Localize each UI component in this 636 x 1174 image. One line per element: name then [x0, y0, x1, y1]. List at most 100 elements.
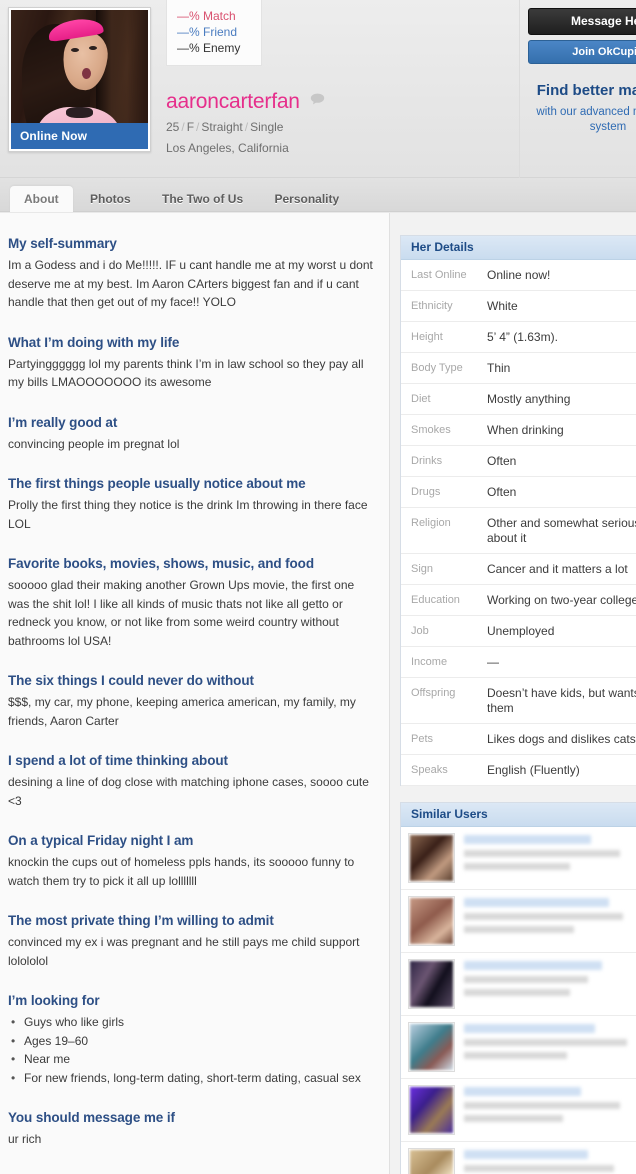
essay-thinking-about: I spend a lot of time thinking about des…	[8, 752, 377, 810]
essay-body: knockin the cups out of homeless ppls ha…	[8, 855, 355, 888]
sidebar: Her Details Last Online Online now! Ethn…	[391, 213, 636, 1174]
her-details-header: Her Details	[401, 236, 636, 260]
essay-body: ur rich	[8, 1132, 42, 1146]
essay-title: I’m looking for	[8, 993, 100, 1008]
profile-tab-bar: About Photos The Two of Us Personality	[0, 178, 636, 212]
detail-row-diet: Diet Mostly anything	[401, 384, 636, 415]
detail-label: Last Online	[411, 269, 467, 281]
similar-user-text	[455, 1148, 636, 1174]
list-item[interactable]	[401, 1142, 636, 1174]
essay-title: You should message me if	[8, 1110, 175, 1125]
essay-title: The six things I could never do without	[8, 673, 254, 688]
list-item[interactable]	[401, 890, 636, 953]
join-okcupid-button[interactable]: Join OkCupid	[528, 40, 636, 64]
detail-value: Cancer and it matters a lot	[487, 562, 628, 576]
essay-title: My self-summary	[8, 236, 117, 251]
similar-user-line	[464, 1102, 620, 1109]
essay-body: convinced my ex i was pregnant and he st…	[8, 935, 360, 968]
profile-identity: aaroncarterfan 25/F / Straight / Single Los …	[166, 90, 325, 156]
avatar-image	[410, 1150, 453, 1174]
tab-personality[interactable]: Personality	[260, 186, 353, 212]
profile-photo[interactable]: Online Now	[11, 10, 148, 149]
similar-user-line	[464, 850, 620, 857]
detail-label: Drinks	[411, 455, 443, 467]
similar-user-name	[464, 961, 603, 970]
avatar[interactable]	[408, 1148, 455, 1174]
detail-value: English (Fluently)	[487, 763, 580, 777]
detail-label: Speaks	[411, 764, 448, 776]
tab-about[interactable]: About	[10, 186, 73, 212]
similar-users-panel: Similar Users	[400, 802, 636, 1174]
profile-photo-card[interactable]: Online Now	[8, 7, 151, 152]
essay-body: desining a line of dog close with matchi…	[8, 775, 369, 808]
detail-row-sign: Sign Cancer and it matters a lot	[401, 554, 636, 585]
detail-value: Likes dogs and dislikes cats	[487, 732, 636, 746]
similar-user-line	[464, 1052, 567, 1059]
detail-value: Often	[487, 485, 517, 499]
message-her-button[interactable]: Message Her	[528, 8, 636, 35]
detail-value: Other and somewhat serious about it	[487, 516, 636, 545]
looking-for-list: Guys who like girls Ages 19–60 Near me F…	[8, 1013, 377, 1087]
similar-user-text	[455, 959, 636, 1002]
list-item[interactable]	[401, 1016, 636, 1079]
essay-title: What I’m doing with my life	[8, 334, 180, 350]
essay-title: On a typical Friday night I am	[8, 833, 194, 848]
avatar[interactable]	[408, 896, 455, 946]
similar-user-name	[464, 1024, 595, 1033]
avatar[interactable]	[408, 1085, 455, 1135]
essay-body: Im a Godess and i do Me!!!!!. IF u cant …	[8, 258, 373, 309]
detail-value: When drinking	[487, 423, 564, 437]
similar-user-line	[464, 1115, 564, 1122]
detail-value: White	[487, 299, 518, 313]
promo-block: Find better matches with our advanced ma…	[528, 82, 636, 135]
similar-user-line	[464, 1039, 627, 1046]
essay-title: The first things people usually notice a…	[8, 476, 306, 491]
similar-user-line	[464, 863, 571, 870]
profile-header: Online Now —% Match —% Friend —% Enemy a…	[0, 0, 636, 178]
essay-body: Partyingggggg lol my parents think I’m i…	[8, 356, 364, 390]
avatar[interactable]	[408, 833, 455, 883]
essay-title: The most private thing I’m willing to ad…	[8, 913, 274, 928]
detail-label: Pets	[411, 733, 434, 745]
essay-doing-with-my-life: What I’m doing with my life Partyinggggg…	[8, 334, 377, 392]
avatar-image	[410, 1087, 453, 1133]
detail-label: Height	[411, 331, 443, 343]
speech-bubble-icon[interactable]	[310, 93, 325, 108]
match-percent-friend: —% Friend	[177, 25, 238, 39]
detail-value: —	[487, 655, 499, 669]
detail-row-last-online: Last Online Online now!	[401, 260, 636, 291]
photo-eye-left	[71, 47, 80, 52]
detail-row-religion: Religion Other and somewhat serious abou…	[401, 508, 636, 554]
detail-row-education: Education Working on two-year college	[401, 585, 636, 616]
detail-row-job: Job Unemployed	[401, 616, 636, 647]
tab-photos[interactable]: Photos	[76, 186, 145, 212]
essay-most-private-thing: The most private thing I’m willing to ad…	[8, 912, 377, 970]
photo-collar	[65, 107, 94, 119]
avatar[interactable]	[408, 1022, 455, 1072]
detail-value: Mostly anything	[487, 392, 571, 406]
match-percent-enemy: —% Enemy	[177, 41, 241, 55]
similar-user-text	[455, 1085, 636, 1128]
similar-user-line	[464, 926, 574, 933]
list-item: Guys who like girls	[8, 1013, 377, 1032]
similar-user-name	[464, 1087, 581, 1096]
similar-user-text	[455, 896, 636, 939]
meta-orientation: Straight	[201, 120, 243, 134]
meta-age: 25	[166, 120, 180, 134]
similar-user-line	[464, 913, 624, 920]
detail-value: Working on two-year college	[487, 593, 636, 607]
promo-subtitle: with our advanced matching system	[536, 106, 636, 133]
tab-the-two-of-us[interactable]: The Two of Us	[148, 186, 257, 212]
header-right-rail: Message Her Join OkCupid Find better mat…	[519, 0, 636, 178]
detail-label: Diet	[411, 393, 431, 405]
list-item[interactable]	[401, 953, 636, 1016]
list-item: Near me	[8, 1050, 377, 1069]
detail-label: Religion	[411, 517, 451, 529]
detail-row-body-type: Body Type Thin	[401, 353, 636, 384]
list-item[interactable]	[401, 827, 636, 890]
avatar[interactable]	[408, 959, 455, 1009]
detail-row-offspring: Offspring Doesn’t have kids, but wants t…	[401, 678, 636, 724]
username[interactable]: aaroncarterfan	[166, 90, 300, 114]
essay-looking-for: I’m looking for Guys who like girls Ages…	[8, 992, 377, 1087]
list-item[interactable]	[401, 1079, 636, 1142]
